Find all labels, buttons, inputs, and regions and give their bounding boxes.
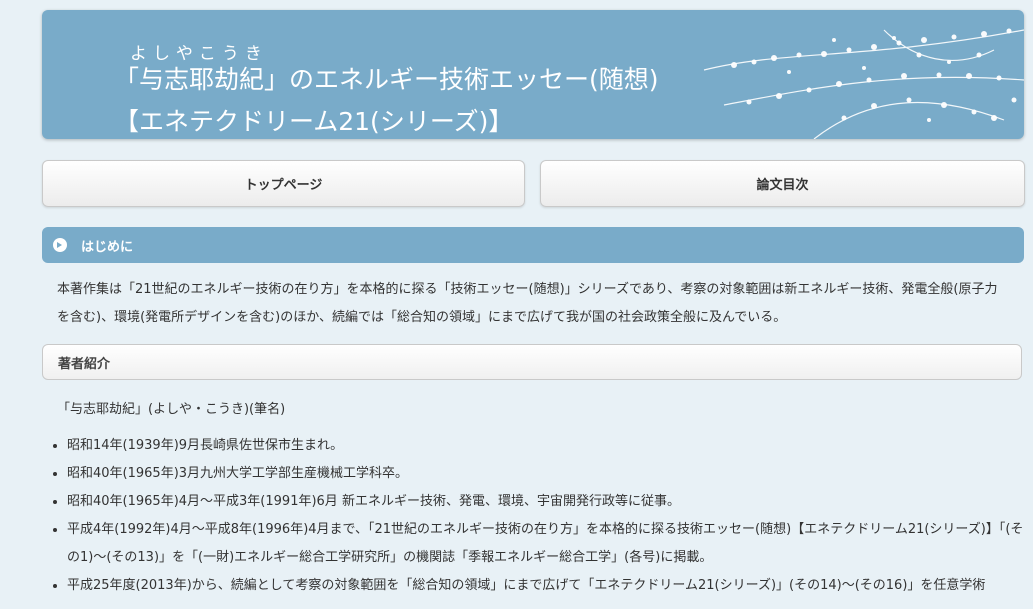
arrow-circle-icon [53, 238, 67, 252]
site-title-line2: 【エネテクドリーム21(シリーズ)】 [114, 107, 514, 136]
site-title-line1: 「与志耶劫紀」のエネルギー技術エッセー(随想) [114, 65, 659, 94]
site-header-banner: よしやこうき 「与志耶劫紀」のエネルギー技術エッセー(随想) 【エネテクドリーム… [42, 10, 1024, 139]
list-item: 昭和14年(1939年)9月長崎県佐世保市生まれ。 [67, 432, 1027, 460]
top-page-button[interactable]: トップページ [42, 160, 525, 207]
profile-heading: 著者紹介 [58, 356, 111, 372]
intro-paragraph: 本著作集は「21世紀のエネルギー技術の在り方」を本格的に探る「技術エッセー(随想… [57, 282, 998, 325]
list-item: 平成25年度(2013年)から、続編として考察の対象範囲を「総合知の領域」にまで… [67, 572, 1027, 600]
list-item: 昭和40年(1965年)3月九州大学工学部生産機械工学科卒。 [67, 460, 1027, 488]
intro-heading: はじめに [81, 239, 134, 255]
author-history-list: 昭和14年(1939年)9月長崎県佐世保市生まれ。 昭和40年(1965年)3月… [45, 432, 1027, 600]
list-item: 昭和40年(1965年)4月～平成3年(1991年)6月 新エネルギー技術、発電… [67, 488, 1027, 516]
list-item: 平成4年(1992年)4月～平成8年(1996年)4月まで、「21世紀のエネルギ… [67, 516, 1027, 572]
intro-section-header: はじめに [42, 227, 1024, 263]
author-name: 「与志耶劫紀」(よしや・こうき)(筆名) [57, 402, 286, 417]
blossom-branch-decoration [703, 28, 1024, 139]
table-of-contents-button[interactable]: 論文目次 [540, 160, 1025, 207]
profile-section-header: 著者紹介 [42, 344, 1022, 380]
